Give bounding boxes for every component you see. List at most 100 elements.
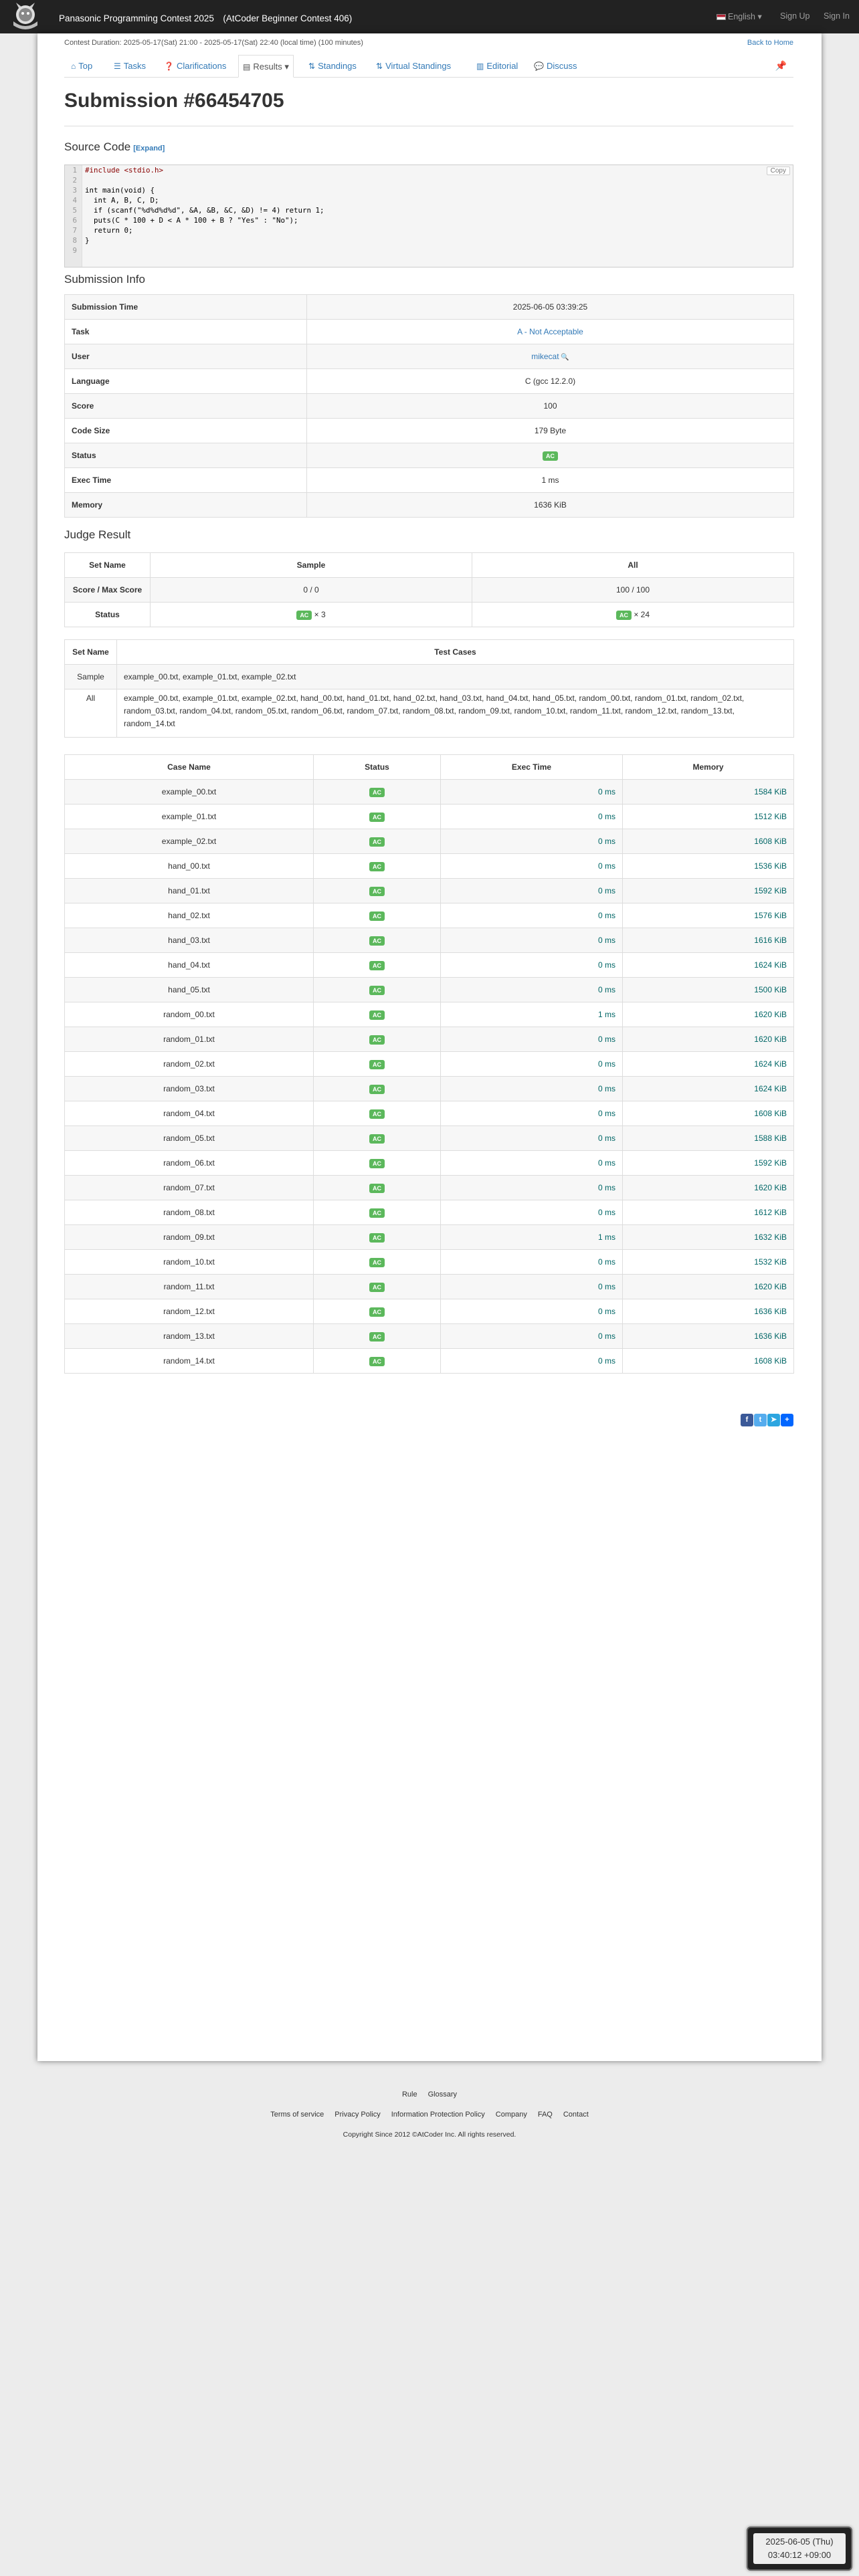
question-icon: ❓ bbox=[164, 62, 174, 71]
ac-badge: AC bbox=[369, 1158, 385, 1168]
twitter-share-icon[interactable]: t bbox=[754, 1414, 767, 1426]
info-key: User bbox=[64, 344, 307, 369]
contest-nav-tabs: ⌂ Top ☰ Tasks ❓ Clarifications ▤ Results ▾ ⇅… bbox=[64, 55, 793, 78]
footer-link-terms[interactable]: Terms of service bbox=[270, 2111, 324, 2119]
tab-virtual-standings[interactable]: ⇅ Virtual Standings bbox=[372, 55, 455, 78]
info-row: Language C (gcc 12.2.0) bbox=[64, 368, 794, 394]
case-exec-time: 0 ms bbox=[440, 1101, 623, 1126]
case-name: hand_05.txt bbox=[64, 977, 314, 1002]
ac-badge: AC bbox=[369, 985, 385, 995]
footer-link-contact[interactable]: Contact bbox=[563, 2111, 589, 2119]
case-exec-time: 0 ms bbox=[440, 1249, 623, 1275]
share-buttons: f t ➤ + bbox=[740, 1414, 793, 1427]
tab-editorial[interactable]: ▥ Editorial bbox=[472, 55, 522, 78]
tab-clarifications[interactable]: ❓ Clarifications bbox=[160, 55, 230, 78]
ac-badge: AC bbox=[369, 1282, 385, 1292]
footer-link-info-protection[interactable]: Information Protection Policy bbox=[391, 2111, 485, 2119]
info-row: Code Size 179 Byte bbox=[64, 418, 794, 443]
source-code-block[interactable]: 1 2 3 4 5 6 7 8 9 #include <stdio.h> int… bbox=[64, 165, 793, 267]
case-exec-time: 0 ms bbox=[440, 1200, 623, 1225]
info-value-text: 1636 KiB bbox=[534, 500, 567, 510]
case-status: AC bbox=[313, 952, 441, 978]
sort-icon: ⇅ bbox=[308, 62, 316, 71]
col-all: All bbox=[472, 552, 794, 578]
footer-links-secondary: Terms of service Privacy Policy Informatio… bbox=[0, 2111, 859, 2119]
case-memory: 1592 KiB bbox=[622, 1150, 794, 1176]
code-line: if (scanf("%d%d%d%d", &A, &B, &C, &D) !=… bbox=[85, 206, 324, 215]
language-dropdown[interactable]: English ▾ bbox=[717, 11, 762, 21]
case-exec-time: 0 ms bbox=[440, 1323, 623, 1349]
search-icon[interactable]: 🔍 bbox=[559, 354, 569, 361]
footer-link-faq[interactable]: FAQ bbox=[538, 2111, 553, 2119]
footer-link-rule[interactable]: Rule bbox=[402, 2090, 417, 2099]
col-set-name: Set Name bbox=[64, 552, 151, 578]
tab-results[interactable]: ▤ Results ▾ bbox=[238, 55, 294, 78]
case-name: random_02.txt bbox=[64, 1051, 314, 1077]
code-line: int main(void) { bbox=[85, 186, 155, 195]
info-value[interactable]: A - Not Acceptable bbox=[306, 319, 794, 344]
footer-link-company[interactable]: Company bbox=[496, 2111, 527, 2119]
case-name: hand_03.txt bbox=[64, 928, 314, 953]
test-case-row: random_14.txt AC 0 ms 1608 KiB bbox=[64, 1348, 794, 1374]
info-value[interactable]: mikecat 🔍 bbox=[306, 344, 794, 369]
ac-badge: AC bbox=[369, 960, 385, 970]
code-line: puts(C * 100 + D < A * 100 + B ? "Yes" :… bbox=[85, 216, 298, 225]
ac-badge: AC bbox=[369, 886, 385, 896]
tab-discuss[interactable]: 💬 Discuss bbox=[530, 55, 581, 78]
sign-up-link[interactable]: Sign Up bbox=[780, 11, 809, 21]
case-status: AC bbox=[313, 878, 441, 903]
case-status: AC bbox=[313, 977, 441, 1002]
sign-in-link[interactable]: Sign In bbox=[824, 11, 850, 21]
test-case-row: example_02.txt AC 0 ms 1608 KiB bbox=[64, 829, 794, 854]
expand-link[interactable]: [Expand] bbox=[133, 144, 165, 152]
case-exec-time: 0 ms bbox=[440, 878, 623, 903]
footer-link-privacy[interactable]: Privacy Policy bbox=[335, 2111, 380, 2119]
user-link[interactable]: mikecat bbox=[531, 352, 559, 361]
case-memory: 1608 KiB bbox=[622, 1101, 794, 1126]
info-value: 100 bbox=[306, 393, 794, 419]
info-value: 1 ms bbox=[306, 467, 794, 493]
info-value: 1636 KiB bbox=[306, 492, 794, 518]
info-key: Status bbox=[64, 443, 307, 468]
ac-badge: AC bbox=[369, 1331, 385, 1341]
copy-button[interactable]: Copy bbox=[766, 167, 790, 175]
test-case-row: hand_01.txt AC 0 ms 1592 KiB bbox=[64, 878, 794, 903]
task-link[interactable]: A - Not Acceptable bbox=[517, 327, 583, 336]
info-row: Task A - Not Acceptable bbox=[64, 319, 794, 344]
info-row: Submission Time 2025-06-05 03:39:25 bbox=[64, 294, 794, 320]
test-case-row: random_13.txt AC 0 ms 1636 KiB bbox=[64, 1323, 794, 1349]
ac-badge: AC bbox=[369, 936, 385, 946]
info-key: Task bbox=[64, 319, 307, 344]
more-share-icon[interactable]: + bbox=[781, 1414, 793, 1426]
submission-info-heading: Submission Info bbox=[64, 273, 145, 286]
ac-badge: AC bbox=[369, 911, 385, 921]
case-status: AC bbox=[313, 853, 441, 879]
case-status: AC bbox=[313, 1200, 441, 1225]
case-memory: 1584 KiB bbox=[622, 779, 794, 804]
telegram-share-icon[interactable]: ➤ bbox=[767, 1414, 780, 1426]
case-memory: 1608 KiB bbox=[622, 1348, 794, 1374]
case-exec-time: 0 ms bbox=[440, 1125, 623, 1151]
facebook-share-icon[interactable]: f bbox=[741, 1414, 753, 1426]
case-status: AC bbox=[313, 1101, 441, 1126]
footer-link-glossary[interactable]: Glossary bbox=[428, 2090, 457, 2099]
ac-badge: AC bbox=[369, 1356, 385, 1366]
contest-title-link[interactable]: Panasonic Programming Contest 2025 (AtCo… bbox=[59, 11, 352, 24]
case-memory: 1588 KiB bbox=[622, 1125, 794, 1151]
line-number: 5 bbox=[72, 206, 77, 215]
pin-icon[interactable]: 📌 bbox=[775, 60, 787, 72]
tab-top[interactable]: ⌂ Top bbox=[67, 55, 96, 78]
ac-badge: AC bbox=[369, 812, 385, 822]
atcoder-logo[interactable] bbox=[8, 1, 43, 32]
back-to-home-link[interactable]: Back to Home bbox=[747, 39, 793, 47]
tab-standings[interactable]: ⇅ Standings bbox=[304, 55, 361, 78]
ac-badge: AC bbox=[296, 610, 312, 620]
test-cases-table: Case Name Status Exec Time Memory exampl… bbox=[64, 754, 794, 1374]
test-case-row: random_05.txt AC 0 ms 1588 KiB bbox=[64, 1125, 794, 1151]
col-set-name: Set Name bbox=[64, 639, 117, 665]
caret-down-icon: ▾ bbox=[284, 62, 289, 72]
tab-tasks[interactable]: ☰ Tasks bbox=[110, 55, 150, 78]
us-flag-icon bbox=[717, 14, 726, 20]
test-case-row: random_01.txt AC 0 ms 1620 KiB bbox=[64, 1027, 794, 1052]
test-case-row: random_12.txt AC 0 ms 1636 KiB bbox=[64, 1299, 794, 1324]
